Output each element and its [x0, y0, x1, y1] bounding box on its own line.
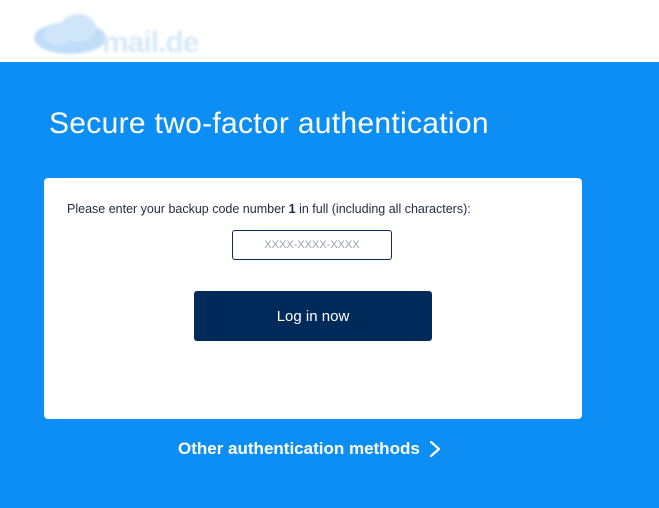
login-button[interactable]: Log in now: [194, 291, 432, 341]
instruction-text-before: Please enter your backup code number: [67, 202, 289, 216]
backup-code-instruction: Please enter your backup code number 1 i…: [67, 202, 471, 216]
logo[interactable]: mail.de: [30, 8, 230, 60]
other-authentication-methods-link[interactable]: Other authentication methods: [178, 439, 442, 459]
cloud-logo-icon: [34, 14, 106, 54]
backup-code-number: 1: [288, 202, 296, 216]
chevron-right-icon: [429, 440, 440, 458]
page-title: Secure two-factor authentication: [49, 107, 489, 140]
main-content: Secure two-factor authentication Please …: [0, 62, 659, 508]
header: mail.de: [0, 0, 659, 62]
logo-text: mail.de: [102, 26, 199, 59]
auth-card: Please enter your backup code number 1 i…: [44, 178, 582, 419]
backup-code-input[interactable]: [232, 230, 392, 260]
other-methods-label: Other authentication methods: [178, 439, 420, 458]
instruction-text-after: in full (including all characters):: [295, 202, 471, 216]
